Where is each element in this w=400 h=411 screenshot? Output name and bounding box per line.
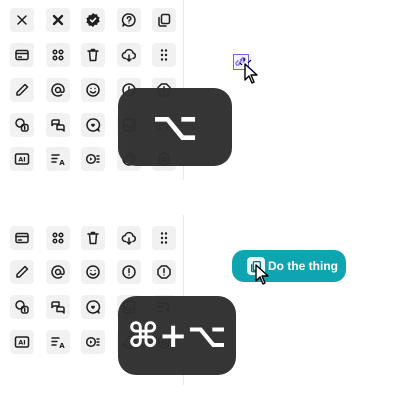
drag-dots-icon [160, 232, 168, 244]
pointer-cursor-icon [255, 264, 269, 285]
shortcut-overlay-cmd-option: ⌘+⌥ [118, 296, 236, 375]
svg-text:A: A [59, 342, 65, 350]
icon-tile-at-sign[interactable] [46, 260, 70, 284]
icon-tile-text-sort[interactable]: A [46, 147, 70, 171]
chat-heart-icon [86, 118, 101, 132]
icon-tile-apps-grid[interactable] [46, 226, 70, 250]
svg-text:A: A [59, 159, 65, 167]
pencil-icon [16, 83, 29, 96]
pencil-icon [16, 265, 29, 278]
icon-tile-chat-heart[interactable] [81, 113, 105, 137]
do-the-thing-button[interactable]: Do the thing [232, 250, 346, 282]
ai-badge-icon: AI [14, 336, 30, 348]
help-bubble-icon [121, 13, 136, 27]
icon-tile-cloud-download[interactable] [117, 226, 141, 250]
icon-tile-ai-badge[interactable]: AI [10, 147, 34, 171]
icon-tile-card[interactable] [10, 226, 34, 250]
smile-icon [86, 83, 100, 97]
card-icon [15, 232, 29, 244]
chat-bubbles-icon [51, 301, 65, 314]
at-sign-icon [51, 265, 65, 279]
icon-tile-video-playlist[interactable] [81, 330, 105, 354]
icon-tile-chat-heart[interactable] [81, 295, 105, 319]
drag-dots-icon [160, 49, 168, 61]
icon-tile-close-thin[interactable] [10, 8, 34, 32]
icon-tile-pencil[interactable] [10, 260, 34, 284]
cloud-download-icon [121, 48, 137, 62]
at-sign-icon [51, 83, 65, 97]
svg-text:AI: AI [18, 339, 25, 347]
alert-circle-icon [122, 265, 136, 279]
icon-tile-at-sign[interactable] [46, 78, 70, 102]
video-playlist-icon [85, 153, 100, 165]
icon-tile-drag-dots[interactable] [152, 226, 176, 250]
icon-tile-copy[interactable] [152, 8, 176, 32]
icon-tile-verified-badge[interactable] [81, 8, 105, 32]
copy-icon [158, 13, 171, 27]
chat-heart-icon [86, 300, 101, 314]
icon-tile-close-bold[interactable] [46, 8, 70, 32]
shortcut-label: ⌥ [151, 104, 199, 150]
icon-tile-trash[interactable] [81, 43, 105, 67]
shortcut-overlay-option: ⌥ [118, 88, 232, 166]
icon-tile-apps-grid[interactable] [46, 43, 70, 67]
icon-tile-smile[interactable] [81, 78, 105, 102]
pointer-cursor-icon [240, 58, 258, 84]
shortcut-label: ⌘+⌥ [127, 315, 227, 356]
icon-tile-smile[interactable] [81, 260, 105, 284]
ai-badge-icon: AI [14, 153, 30, 165]
icon-tile-drag-dots[interactable] [152, 43, 176, 67]
icon-tile-card[interactable] [10, 43, 34, 67]
alert-octagon-icon [157, 265, 171, 279]
icon-tile-cloud-download[interactable] [117, 43, 141, 67]
icon-tile-video-playlist[interactable] [81, 147, 105, 171]
currency-exchange-icon [15, 300, 29, 314]
icon-tile-pencil[interactable] [10, 78, 34, 102]
close-thin-icon [17, 15, 27, 25]
text-sort-icon: A [51, 337, 65, 350]
smile-icon [86, 265, 100, 279]
trash-icon [87, 48, 99, 62]
text-sort-icon: A [51, 154, 65, 167]
video-playlist-icon [85, 336, 100, 348]
icon-tile-trash[interactable] [81, 226, 105, 250]
apps-grid-icon [52, 232, 64, 244]
svg-text:AI: AI [18, 156, 25, 164]
icon-tile-ai-badge[interactable]: AI [10, 330, 34, 354]
icon-tile-text-sort[interactable]: A [46, 330, 70, 354]
trash-icon [87, 231, 99, 245]
card-icon [15, 49, 29, 61]
icon-tile-help-bubble[interactable] [117, 8, 141, 32]
close-bold-icon [52, 14, 64, 26]
cloud-download-icon [121, 231, 137, 245]
icon-tile-currency-exchange[interactable] [10, 113, 34, 137]
do-the-thing-label: Do the thing [268, 259, 338, 273]
apps-grid-icon [52, 49, 64, 61]
chat-bubbles-icon [51, 119, 65, 132]
icon-tile-alert-circle[interactable] [117, 260, 141, 284]
currency-exchange-icon [15, 118, 29, 132]
icon-tile-chat-bubbles[interactable] [46, 113, 70, 137]
icon-tile-chat-bubbles[interactable] [46, 295, 70, 319]
icon-tile-currency-exchange[interactable] [10, 295, 34, 319]
icon-tile-alert-octagon[interactable] [152, 260, 176, 284]
verified-badge-icon [86, 13, 100, 27]
